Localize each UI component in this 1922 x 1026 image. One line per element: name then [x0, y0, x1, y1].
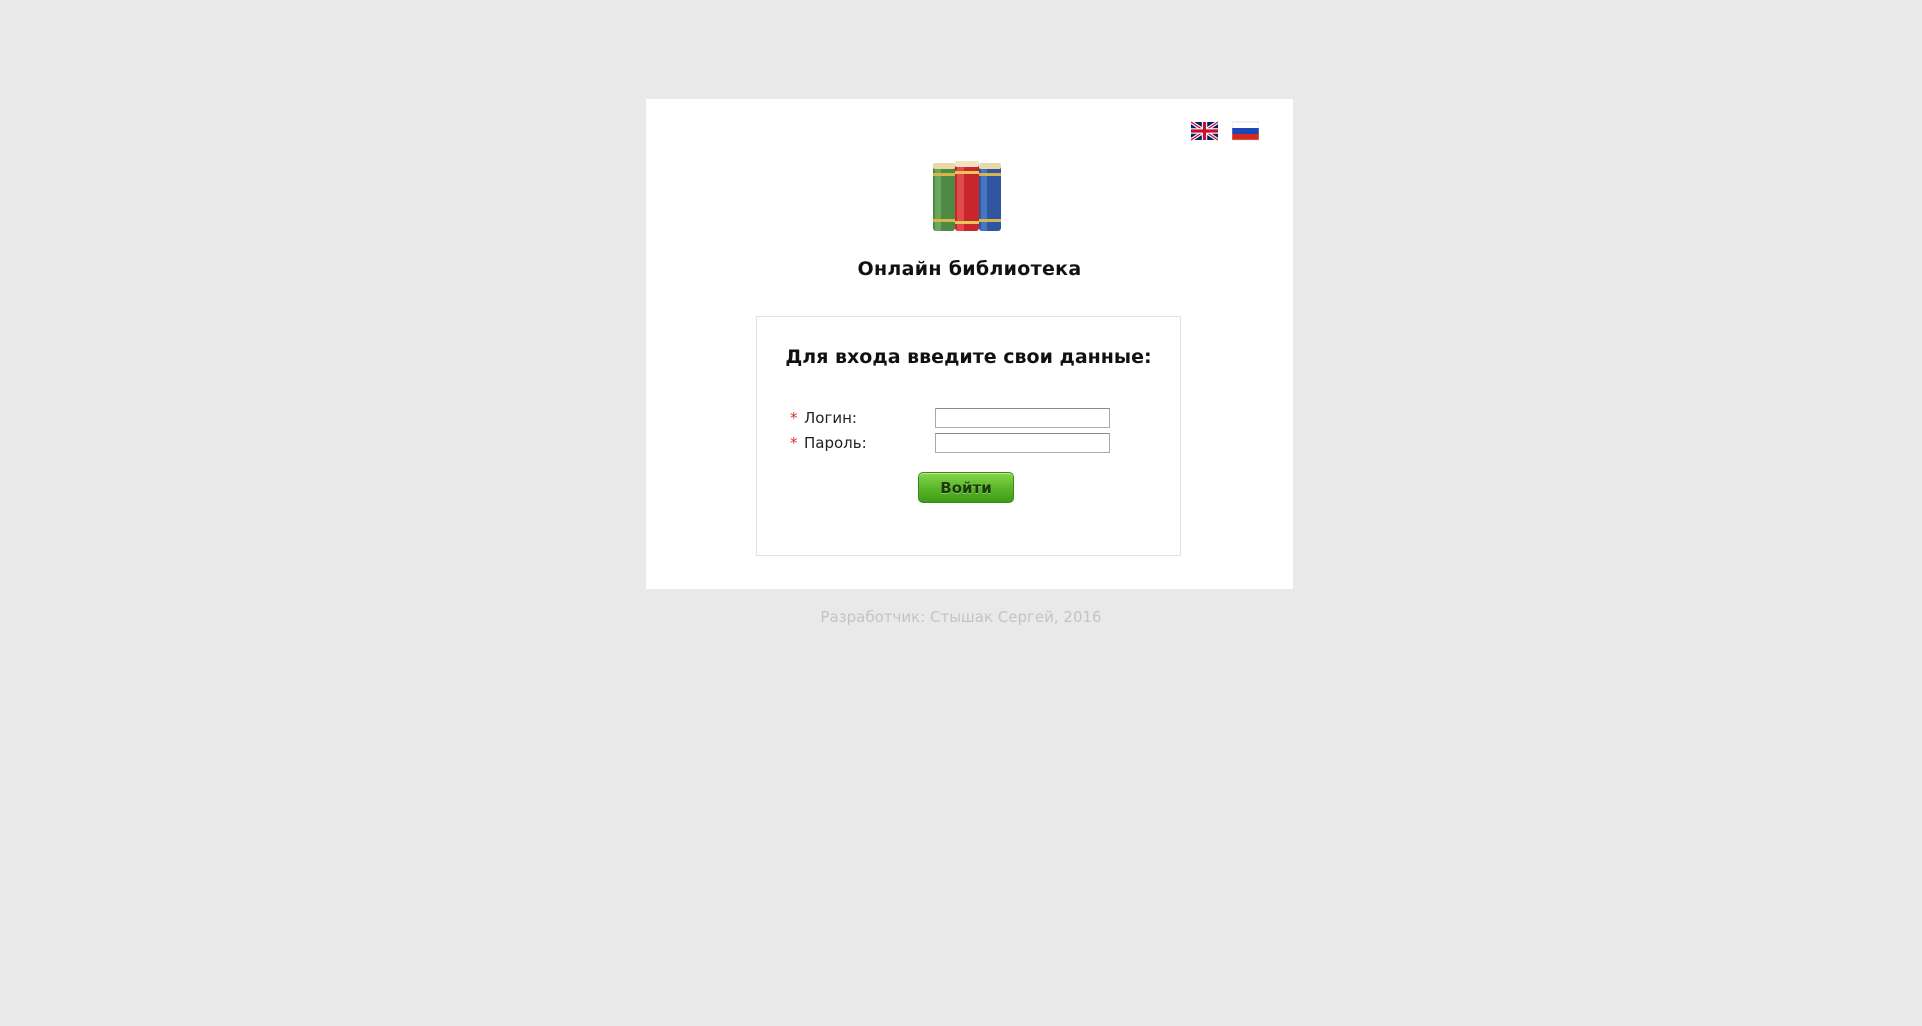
login-row: * Логин: — [790, 407, 1110, 429]
login-card: Онлайн библиотека Для входа введите свои… — [646, 99, 1293, 589]
login-input[interactable] — [935, 408, 1110, 428]
site-title: Онлайн библиотека — [857, 258, 1082, 280]
russian-flag-icon[interactable] — [1232, 121, 1259, 141]
password-input[interactable] — [935, 433, 1110, 453]
password-row: * Пароль: — [790, 432, 1110, 454]
login-label: Логин: — [804, 409, 857, 427]
page: Онлайн библиотека Для входа введите свои… — [0, 0, 1922, 1026]
required-marker: * — [790, 409, 798, 427]
required-marker: * — [790, 434, 798, 452]
language-switcher — [1191, 121, 1259, 141]
english-flag-icon[interactable] — [1191, 121, 1218, 141]
footer-credits: Разработчик: Стышак Сергей, 2016 — [820, 608, 1102, 626]
login-heading: Для входа введите свои данные: — [785, 346, 1152, 368]
password-label: Пароль: — [804, 434, 867, 452]
login-button[interactable]: Войти — [918, 472, 1014, 503]
login-form: Для входа введите свои данные: * Логин: … — [756, 316, 1181, 556]
books-icon — [933, 161, 1001, 231]
